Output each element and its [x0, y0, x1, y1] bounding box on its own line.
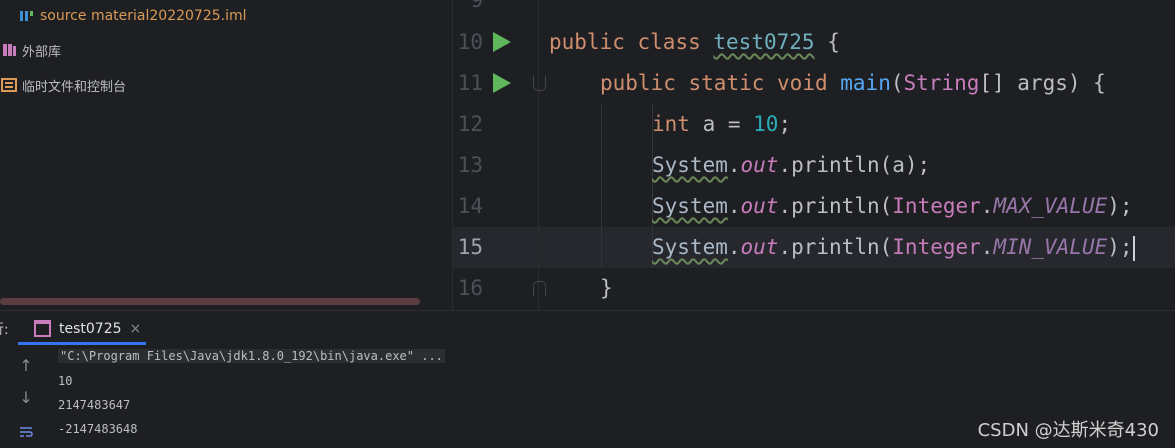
console-line: -2147483648 [58, 422, 138, 436]
library-icon [0, 41, 18, 59]
run-toolbar: 行: test0725 × [0, 310, 1175, 347]
tree-item-scratches[interactable]: 临时文件和控制台 [0, 73, 126, 97]
tree-item-external-libraries[interactable]: 外部库 [0, 38, 61, 62]
tree-item-label: 外部库 [22, 44, 62, 60]
fold-end-icon[interactable] [533, 281, 546, 296]
code-line-9: 9 [453, 0, 1175, 21]
code-text: public static void main(String[] args) { [600, 71, 1106, 95]
arrow-up-icon[interactable]: ↑ [18, 358, 34, 374]
watermark: CSDN @达斯米奇430 [977, 420, 1159, 441]
tree-item-label: source material20220725.iml [40, 8, 247, 24]
code-line-12: 12 int a = 10; [453, 104, 1175, 145]
close-icon[interactable]: × [130, 321, 142, 337]
soft-wrap-icon[interactable] [18, 424, 34, 440]
code-text: int a = 10; [652, 112, 792, 136]
code-text: System.out.println(a); [652, 153, 931, 177]
project-tree: source material20220725.iml 外部库 临时文件和控制台 [0, 0, 452, 310]
line-number: 14 [457, 194, 483, 218]
code-text: public class test0725 { [549, 30, 840, 54]
code-text: System.out.println(Integer.MIN_VALUE); [652, 235, 1135, 261]
console-line: "C:\Program Files\Java\jdk1.8.0_192\bin\… [58, 349, 445, 363]
line-number: 13 [457, 153, 483, 177]
code-line-15: 15 System.out.println(Integer.MIN_VALUE)… [453, 227, 1175, 268]
line-number: 10 [457, 30, 483, 54]
active-tab-indicator [18, 342, 146, 345]
console-line: 2147483647 [58, 398, 131, 412]
text-cursor [1132, 235, 1135, 261]
tree-item-iml-file[interactable]: source material20220725.iml [18, 4, 247, 28]
code-editor[interactable]: 9 10 public class test0725 { 11 public s… [452, 0, 1175, 310]
module-file-icon [18, 7, 36, 25]
tab-label: test0725 [59, 320, 122, 337]
run-main-icon[interactable] [493, 73, 511, 93]
line-number: 9 [470, 0, 483, 12]
tab-test0725[interactable]: test0725 × [18, 311, 146, 346]
code-line-14: 14 System.out.println(Integer.MAX_VALUE)… [453, 186, 1175, 227]
line-number: 11 [457, 71, 483, 95]
tree-item-label: 临时文件和控制台 [22, 79, 127, 95]
run-config-icon [34, 320, 51, 337]
code-line-11: 11 public static void main(String[] args… [453, 63, 1175, 104]
fold-marker-icon[interactable] [533, 76, 546, 91]
code-line-10: 10 public class test0725 { [453, 22, 1175, 63]
code-text: } [600, 276, 613, 300]
line-number: 15 [457, 235, 483, 259]
line-number: 16 [457, 276, 483, 300]
scratch-icon [0, 76, 18, 94]
line-number: 12 [457, 112, 483, 136]
run-label: 行: [0, 322, 9, 338]
code-line-16: 16 } [453, 268, 1175, 309]
code-line-13: 13 System.out.println(a); [453, 145, 1175, 186]
run-class-icon[interactable] [493, 32, 511, 52]
console-line: 10 [58, 374, 73, 388]
arrow-down-icon[interactable]: ↓ [18, 390, 34, 406]
horizontal-scrollbar[interactable] [0, 298, 420, 305]
code-text: System.out.println(Integer.MAX_VALUE); [652, 194, 1133, 218]
